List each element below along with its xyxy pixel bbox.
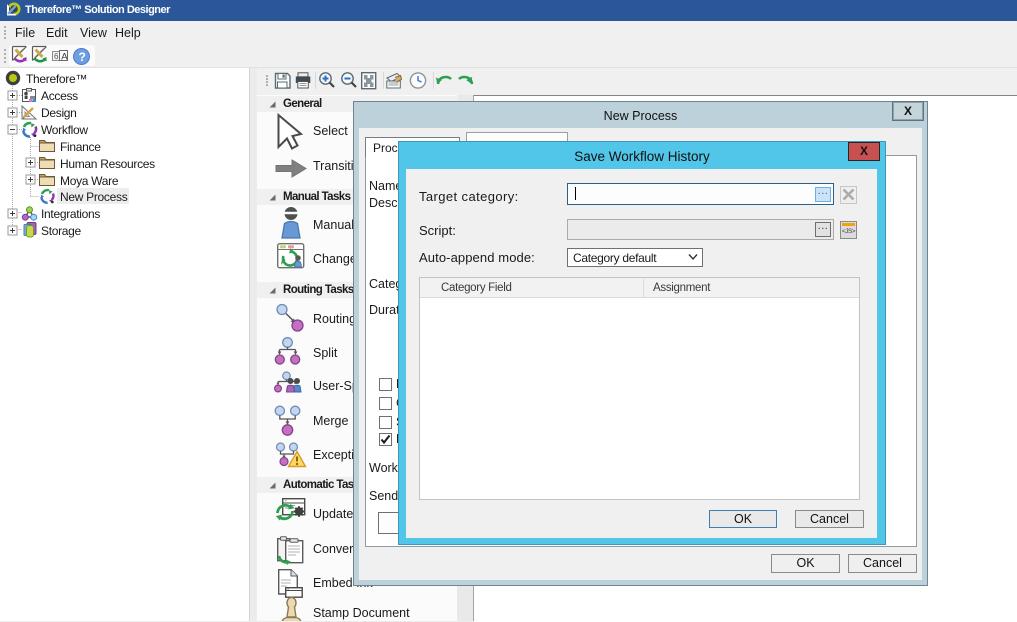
svg-text:Finance: Finance (60, 140, 101, 154)
svg-text:Design: Design (41, 106, 77, 120)
svg-text:Human Resources: Human Resources (60, 157, 155, 171)
svg-text:Access: Access (41, 89, 78, 103)
svg-text:Moya Ware: Moya Ware (60, 174, 119, 188)
svg-text:6: 6 (54, 52, 59, 61)
svg-text:Storage: Storage (41, 224, 82, 238)
svg-text:New Process: New Process (60, 190, 128, 204)
svg-text:Therefore™: Therefore™ (26, 72, 87, 86)
svg-text:?: ? (79, 50, 86, 64)
svg-text:Integrations: Integrations (41, 207, 100, 221)
svg-text:A: A (61, 52, 68, 63)
svg-text:Workflow: Workflow (41, 123, 88, 137)
